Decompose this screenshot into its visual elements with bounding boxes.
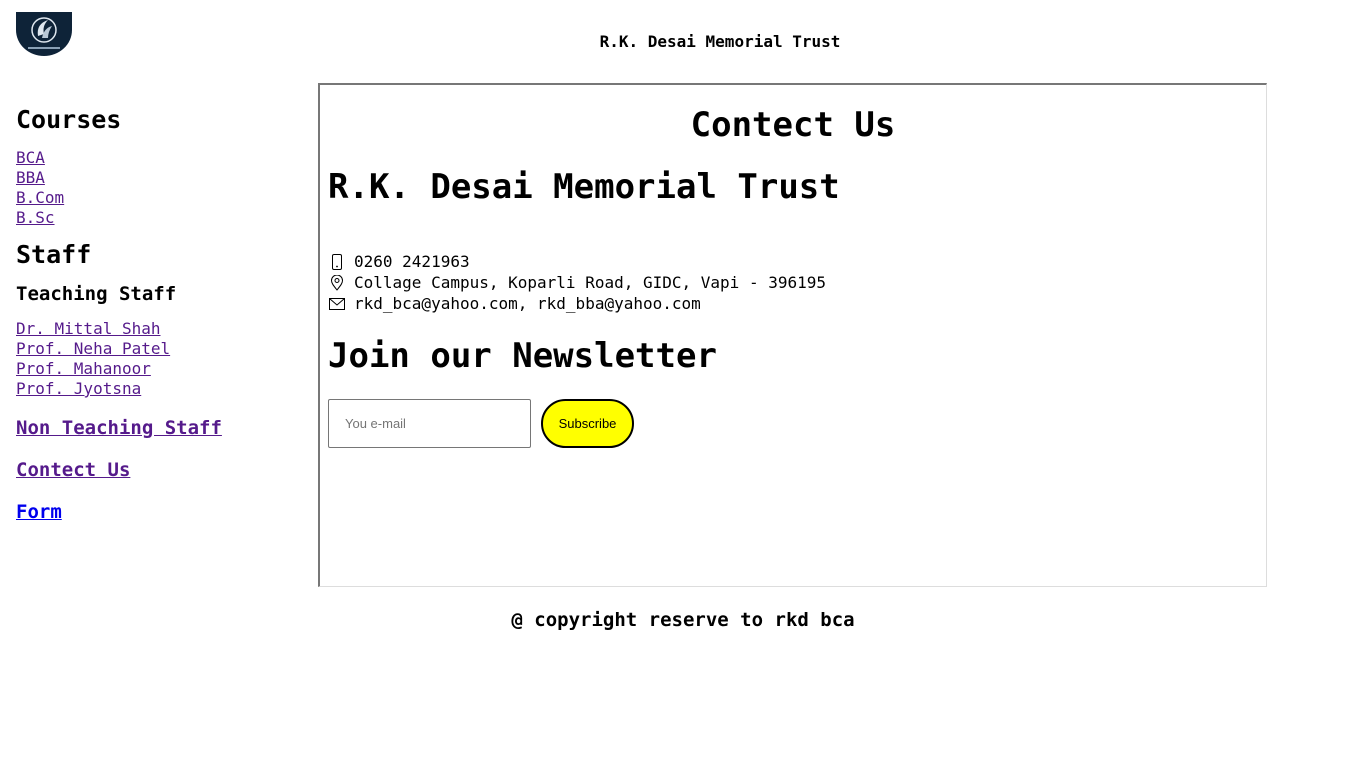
newsletter-email-input[interactable] [328,399,531,448]
address-row: Collage Campus, Koparli Road, GIDC, Vapi… [328,272,1258,293]
contact-panel: Contect Us R.K. Desai Memorial Trust 026… [318,83,1267,587]
footer-copyright: @ copyright reserve to rkd bca [511,609,855,631]
contact-us-link[interactable]: Contect Us [16,458,306,482]
teaching-staff-list: Dr. Mittal Shah Prof. Neha Patel Prof. M… [16,319,306,399]
location-pin-icon [328,274,346,292]
email-row: rkd_bca@yahoo.com, rkd_bba@yahoo.com [328,293,1258,314]
staff-link-jyotsna[interactable]: Prof. Jyotsna [16,379,306,399]
subscribe-button[interactable]: Subscribe [541,399,634,448]
mail-icon [328,295,346,313]
staff-link-mahanoor[interactable]: Prof. Mahanoor [16,359,306,379]
sidebar: Courses BCA BBA B.Com B.Sc Staff Teachin… [16,104,306,524]
staff-link-mittal-shah[interactable]: Dr. Mittal Shah [16,319,306,339]
staff-heading: Staff [16,240,92,269]
staff-link-neha-patel[interactable]: Prof. Neha Patel [16,339,306,359]
newsletter-form: Subscribe [328,399,1258,448]
address-text: Collage Campus, Koparli Road, GIDC, Vapi… [354,273,827,292]
phone-icon [328,253,346,271]
teaching-staff-heading: Teaching Staff [16,283,177,305]
phone-number: 0260 2421963 [354,252,470,271]
email-addresses: rkd_bca@yahoo.com, rkd_bba@yahoo.com [354,294,701,313]
site-title: R.K. Desai Memorial Trust [599,32,841,51]
course-link-bba[interactable]: BBA [16,168,306,188]
page-title: Contect Us [690,105,896,145]
non-teaching-staff-link[interactable]: Non Teaching Staff [16,416,306,440]
course-link-bca[interactable]: BCA [16,148,306,168]
course-link-bcom[interactable]: B.Com [16,188,306,208]
course-link-bsc[interactable]: B.Sc [16,208,306,228]
contact-info: 0260 2421963 Collage Campus, Koparli Roa… [328,251,1258,314]
courses-heading: Courses [16,105,122,134]
form-link[interactable]: Form [16,500,306,524]
trust-name-heading: R.K. Desai Memorial Trust [328,167,840,207]
college-logo-icon [16,12,72,56]
course-list: BCA BBA B.Com B.Sc [16,148,306,228]
newsletter-heading: Join our Newsletter [328,336,717,376]
phone-row: 0260 2421963 [328,251,1258,272]
